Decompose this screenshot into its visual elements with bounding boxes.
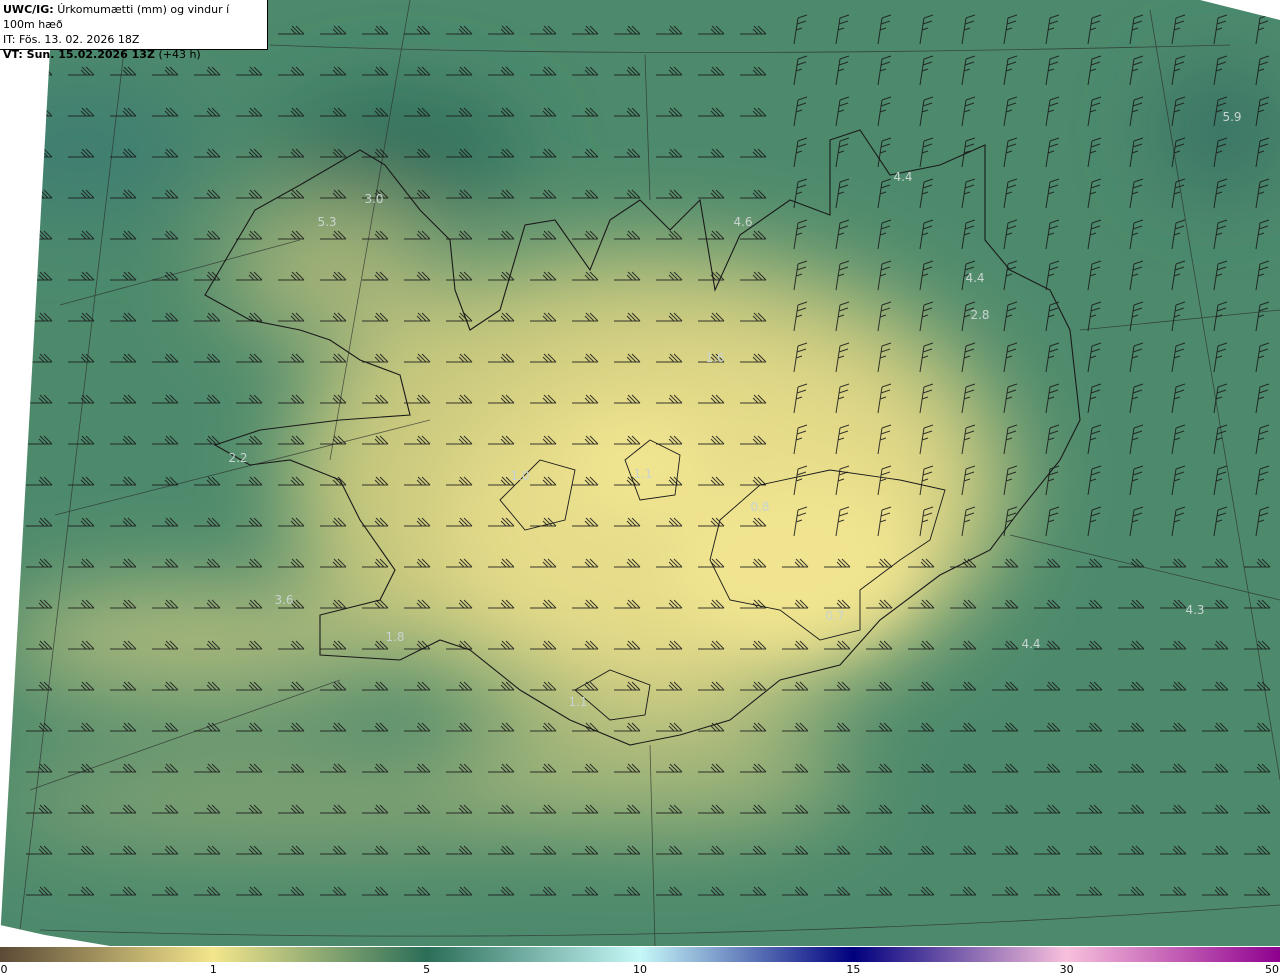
weather-map: 5.9 3.0 5.3 4.4 4.6 4.4 2.8 1.6 2.2 1.0 1.1 0.8 0.7 3…: [0, 0, 1280, 946]
precip-value-label: 0.8: [750, 500, 769, 514]
valid-time: VT: Sun. 15.02.2026 13Z: [3, 48, 155, 61]
colorbar-tick-label: 15: [846, 963, 861, 976]
precip-value-label: 1.1: [568, 695, 587, 709]
precip-value-label: 4.6: [733, 215, 752, 229]
precip-value-label: 3.0: [364, 192, 383, 206]
precip-value-label: 1.6: [705, 351, 724, 365]
colorbar-tick-label: 5: [423, 963, 431, 976]
map-header: UWC/IG: Úrkomumætti (mm) og vindur í 100…: [0, 0, 268, 61]
colorbar-tick-label: 10: [633, 963, 647, 976]
precip-value-label: 2.2: [228, 451, 247, 465]
precip-value-label: 2.8: [970, 308, 989, 322]
precip-value-label: 3.6: [274, 593, 293, 607]
colorbar-ticks: 0 1 5 10 15 30 50: [0, 962, 1280, 978]
colorbar-tick-label: 30: [1059, 963, 1074, 976]
model-name: UWC/IG:: [3, 3, 54, 16]
precip-value-label: 5.3: [317, 215, 336, 229]
init-time: IT: Fös. 13. 02. 2026 18Z: [3, 33, 140, 46]
precip-value-label: 4.4: [893, 170, 912, 184]
colorbar-tick-label: 0: [0, 963, 8, 976]
precip-value-label: 4.4: [965, 271, 984, 285]
colorbar: [0, 947, 1280, 962]
colorbar-tick-label: 50: [1265, 963, 1279, 976]
precip-value-label: 4.4: [1021, 637, 1040, 651]
colorbar-tick-label: 1: [209, 963, 217, 976]
precip-value-label: 5.9: [1222, 110, 1241, 124]
precip-value-label: 1.1: [633, 467, 652, 481]
precip-value-label: 4.3: [1185, 603, 1204, 617]
lead-time: (+43 h): [158, 48, 201, 61]
precip-value-label: 0.7: [825, 609, 844, 623]
precip-value-label: 1.8: [385, 630, 404, 644]
precip-value-label: 1.0: [510, 469, 529, 483]
